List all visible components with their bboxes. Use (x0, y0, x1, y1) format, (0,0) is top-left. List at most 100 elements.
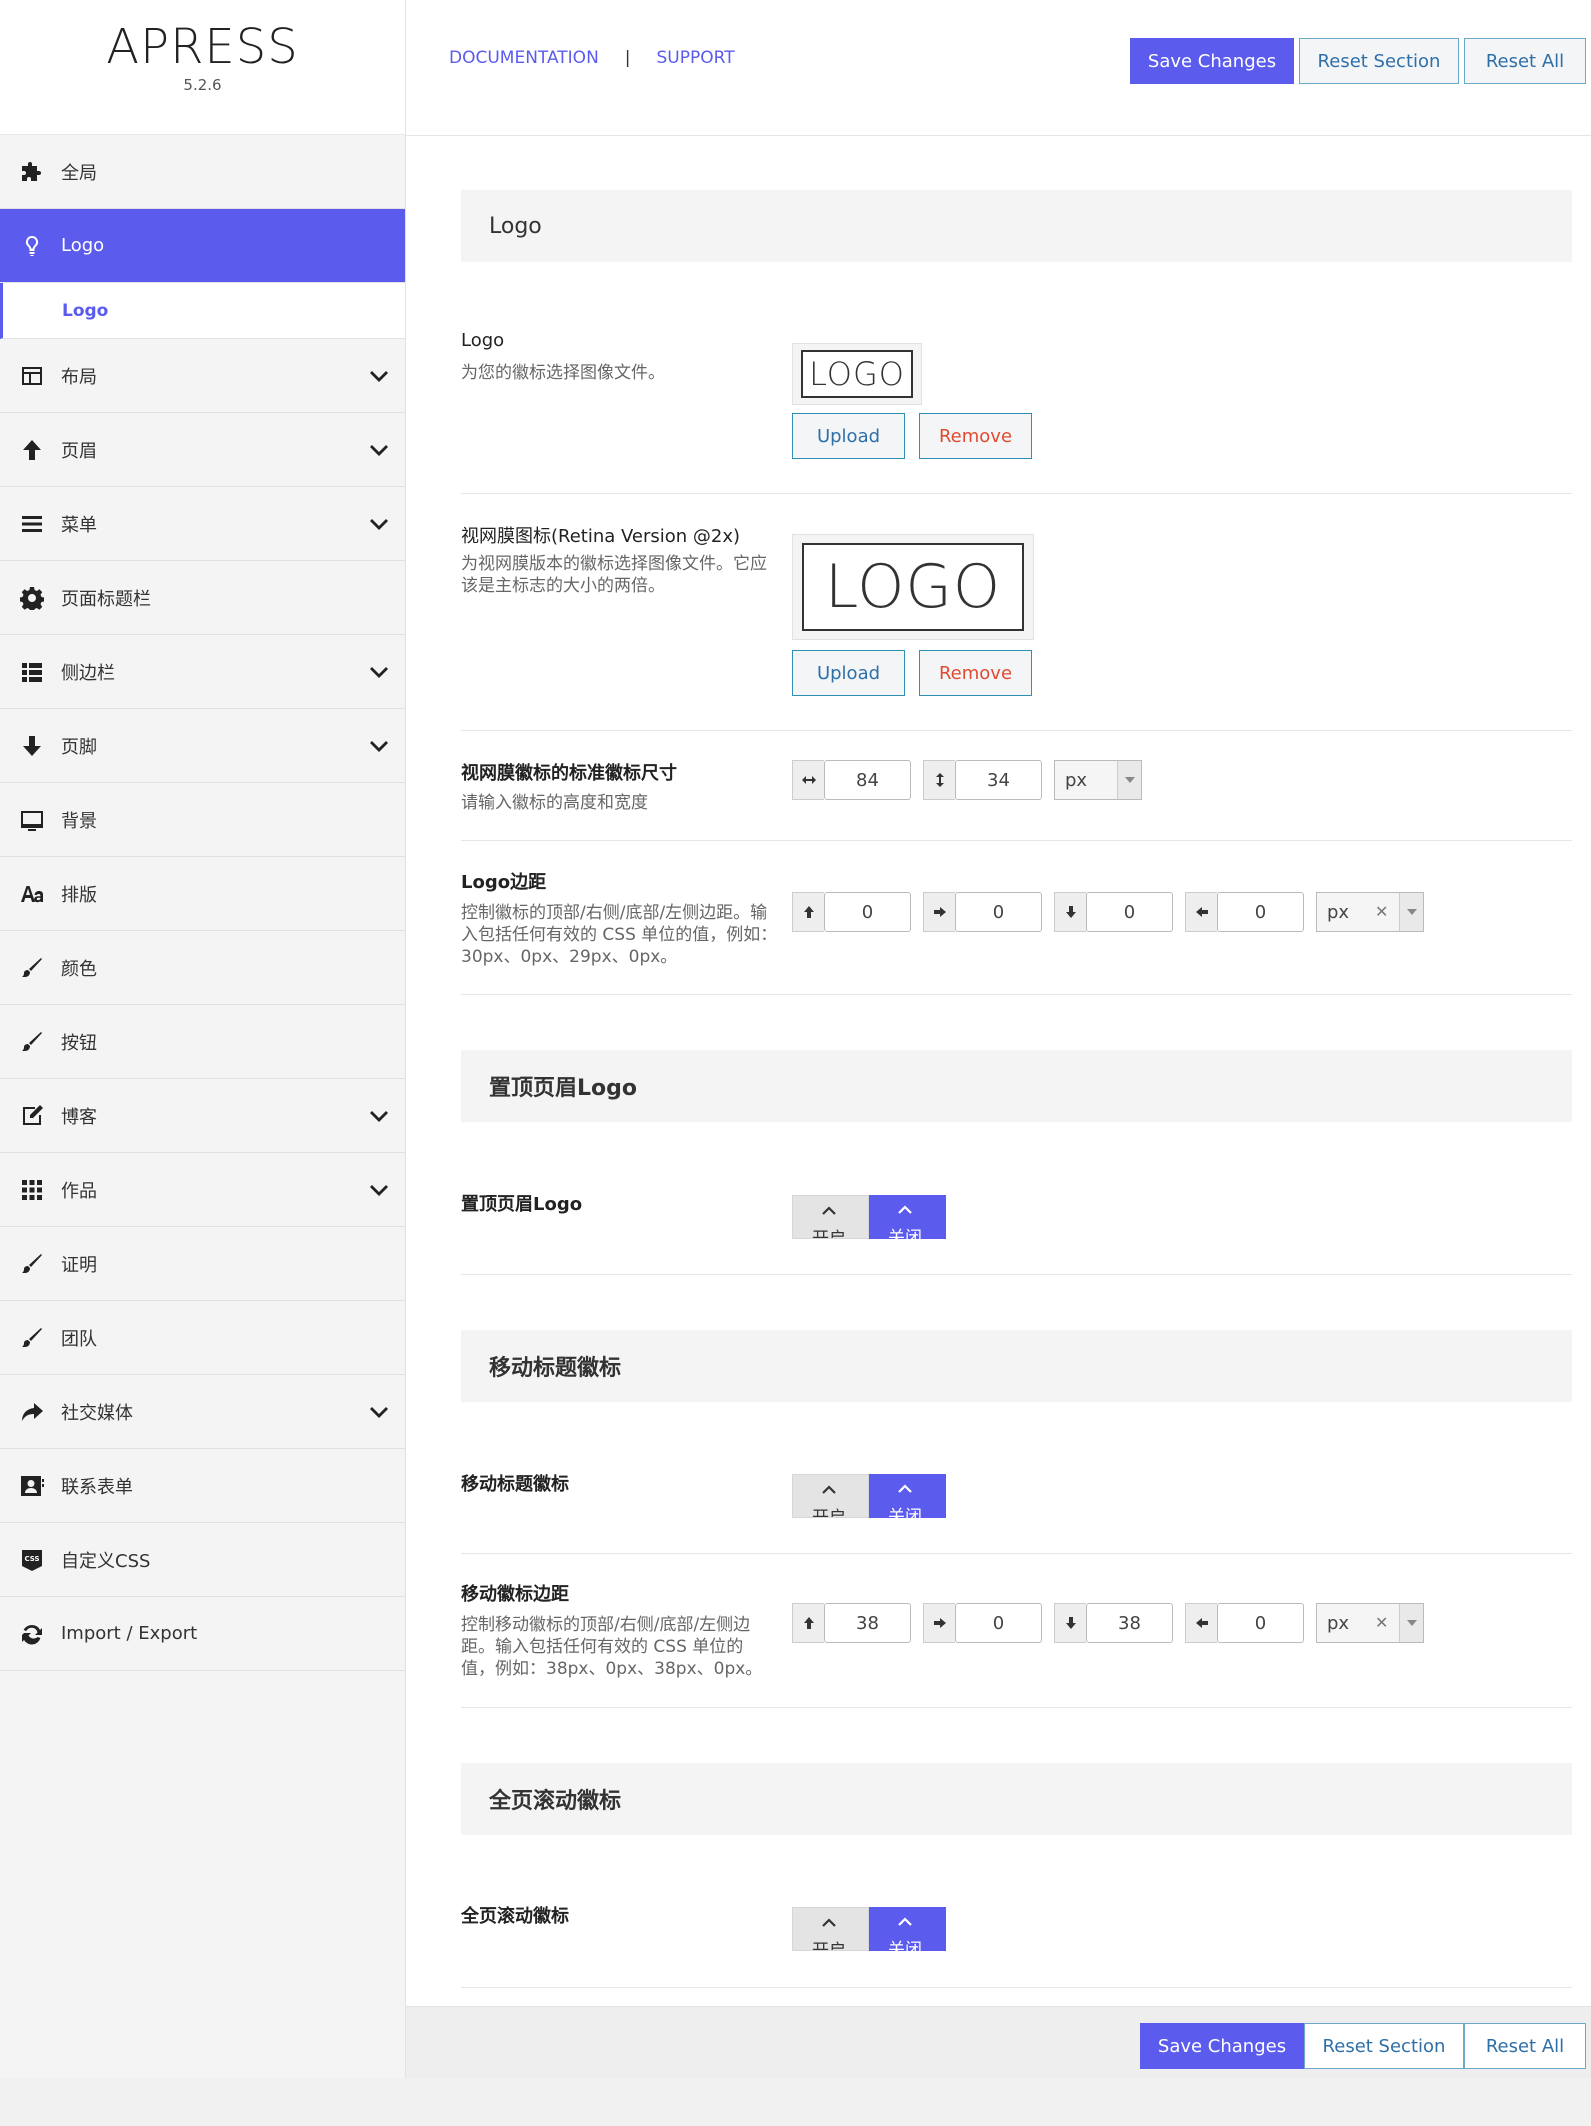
mobile-logo-toggle[interactable]: 开启 关闭 (792, 1474, 946, 1518)
arrow-right-icon (923, 1603, 955, 1643)
mobile-margin-right-input[interactable]: 0 (955, 1603, 1042, 1643)
mobile-margin-description: 控制移动徽标的顶部/右侧/底部/左侧边距。输入包括任何有效的 CSS 单位的值，… (461, 1615, 763, 1679)
margin-unit-value: px (1327, 901, 1350, 923)
sticky-logo-toggle[interactable]: 开启 关闭 (792, 1195, 946, 1239)
clear-icon[interactable]: ✕ (1375, 1613, 1388, 1632)
chevron-down-icon[interactable] (369, 1179, 389, 1199)
chevron-down-icon[interactable] (369, 365, 389, 385)
toggle-on-option[interactable]: 开启 (792, 1474, 869, 1518)
height-input[interactable]: 34 (955, 760, 1042, 800)
dimensions-unit-select[interactable]: px (1054, 760, 1142, 800)
brush-icon (19, 1251, 45, 1277)
width-input[interactable]: 84 (824, 760, 911, 800)
logo-remove-button[interactable]: Remove (919, 413, 1032, 459)
documentation-link[interactable]: DOCUMENTATION (449, 48, 599, 68)
clear-icon[interactable]: ✕ (1375, 902, 1388, 921)
mobile-margin-bottom-input[interactable]: 38 (1086, 1603, 1173, 1643)
footer-save-changes-button[interactable]: Save Changes (1140, 2023, 1304, 2069)
chevron-down-icon[interactable] (369, 735, 389, 755)
retina-logo-remove-button[interactable]: Remove (919, 650, 1032, 696)
gear-icon (19, 585, 45, 611)
section-heading-logo: Logo (461, 190, 1572, 262)
sidebar-item-label: 自定义CSS (61, 1550, 151, 1572)
sidebar-item-layout[interactable]: 布局 (0, 339, 405, 413)
dropdown-arrow-icon[interactable] (1117, 761, 1141, 799)
reset-section-button[interactable]: Reset Section (1299, 38, 1459, 84)
margin-top-input[interactable]: 0 (824, 892, 911, 932)
height-input-group: 34 (923, 760, 1042, 800)
divider (461, 1987, 1572, 1988)
sidebar-item-label: 页眉 (61, 440, 97, 462)
footer-reset-all-button[interactable]: Reset All (1464, 2023, 1586, 2069)
chevron-down-icon[interactable] (369, 661, 389, 681)
reset-all-button[interactable]: Reset All (1464, 38, 1586, 84)
mobile-margin-top-input[interactable]: 38 (824, 1603, 911, 1643)
fullpage-logo-toggle[interactable]: 开启 关闭 (792, 1907, 946, 1951)
monitor-icon (19, 807, 45, 833)
brush-icon (19, 1029, 45, 1055)
chevron-down-icon[interactable] (369, 439, 389, 459)
sidebar-item-menu[interactable]: 菜单 (0, 487, 405, 561)
dropdown-arrow-icon[interactable] (1399, 1604, 1423, 1642)
sidebar-item-team[interactable]: 团队 (0, 1301, 405, 1375)
toggle-off-option[interactable]: 关闭 (869, 1195, 946, 1239)
arrow-up-icon (792, 892, 824, 932)
sidebar-item-label: 排版 (61, 884, 97, 906)
sidebar-item-label: Import / Export (61, 1623, 198, 1644)
chevron-down-icon[interactable] (369, 1105, 389, 1125)
toggle-off-option[interactable]: 关闭 (869, 1907, 946, 1951)
sidebar-item-header[interactable]: 页眉 (0, 413, 405, 487)
sidebar-item-buttons[interactable]: 按钮 (0, 1005, 405, 1079)
retina-logo-preview-image: LOGO (802, 543, 1024, 631)
margin-left-input[interactable]: 0 (1217, 892, 1304, 932)
margin-bottom-input[interactable]: 0 (1086, 892, 1173, 932)
retina-logo-preview: LOGO (792, 534, 1034, 640)
sidebar-item-portfolio[interactable]: 作品 (0, 1153, 405, 1227)
mobile-margin-unit-value: px (1327, 1612, 1350, 1634)
top-bar: DOCUMENTATION | SUPPORT Save Changes Res… (406, 0, 1591, 136)
sidebar-item-social-media[interactable]: 社交媒体 (0, 1375, 405, 1449)
chevron-down-icon[interactable] (369, 1401, 389, 1421)
toggle-off-option[interactable]: 关闭 (869, 1474, 946, 1518)
chevron-down-icon[interactable] (369, 513, 389, 533)
retina-logo-upload-button[interactable]: Upload (792, 650, 905, 696)
sidebar-item-global[interactable]: 全局 (0, 135, 405, 209)
sidebar-item-footer[interactable]: 页脚 (0, 709, 405, 783)
sidebar-item-sidebar[interactable]: 侧边栏 (0, 635, 405, 709)
toggle-on-option[interactable]: 开启 (792, 1907, 869, 1951)
footer-bar: Save Changes Reset Section Reset All (406, 2006, 1591, 2078)
sidebar-item-colors[interactable]: 颜色 (0, 931, 405, 1005)
save-changes-button[interactable]: Save Changes (1130, 38, 1294, 84)
sidebar-item-page-title-bar[interactable]: 页面标题栏 (0, 561, 405, 635)
sidebar-item-testimonials[interactable]: 证明 (0, 1227, 405, 1301)
divider (461, 1553, 1572, 1554)
sidebar-item-import-export[interactable]: Import / Export (0, 1597, 405, 1671)
sidebar-item-background[interactable]: 背景 (0, 783, 405, 857)
dropdown-arrow-icon[interactable] (1399, 893, 1423, 931)
arrow-up-icon (19, 437, 45, 463)
refresh-icon (19, 1621, 45, 1647)
section-heading-sticky-logo: 置顶页眉Logo (461, 1050, 1572, 1122)
sidebar-item-typography[interactable]: 排版 (0, 857, 405, 931)
sidebar-item-blog[interactable]: 博客 (0, 1079, 405, 1153)
sidebar-subitem-logo[interactable]: Logo (0, 283, 405, 339)
retina-dimensions-description: 请输入徽标的高度和宽度 (461, 793, 648, 813)
arrows-horizontal-icon (792, 760, 824, 800)
margin-right-input[interactable]: 0 (955, 892, 1042, 932)
support-link[interactable]: SUPPORT (657, 48, 735, 68)
sidebar-item-label: 作品 (61, 1180, 97, 1202)
logo-upload-button[interactable]: Upload (792, 413, 905, 459)
sidebar-item-contact-form[interactable]: 联系表单 (0, 1449, 405, 1523)
footer-reset-section-button[interactable]: Reset Section (1304, 2023, 1464, 2069)
sidebar-item-custom-css[interactable]: CSS 自定义CSS (0, 1523, 405, 1597)
margin-unit-select[interactable]: px ✕ (1316, 892, 1424, 932)
sidebar-item-label: 背景 (61, 810, 97, 832)
mobile-margin-unit-select[interactable]: px ✕ (1316, 1603, 1424, 1643)
logo-margin-title: Logo边距 (461, 872, 547, 893)
brush-icon (19, 1325, 45, 1351)
toggle-on-option[interactable]: 开启 (792, 1195, 869, 1239)
sidebar-subitem-label: Logo (62, 300, 109, 321)
mobile-margin-left-input[interactable]: 0 (1217, 1603, 1304, 1643)
section-heading-fullpage-logo: 全页滚动徽标 (461, 1763, 1572, 1835)
sidebar-item-logo[interactable]: Logo (0, 209, 405, 283)
